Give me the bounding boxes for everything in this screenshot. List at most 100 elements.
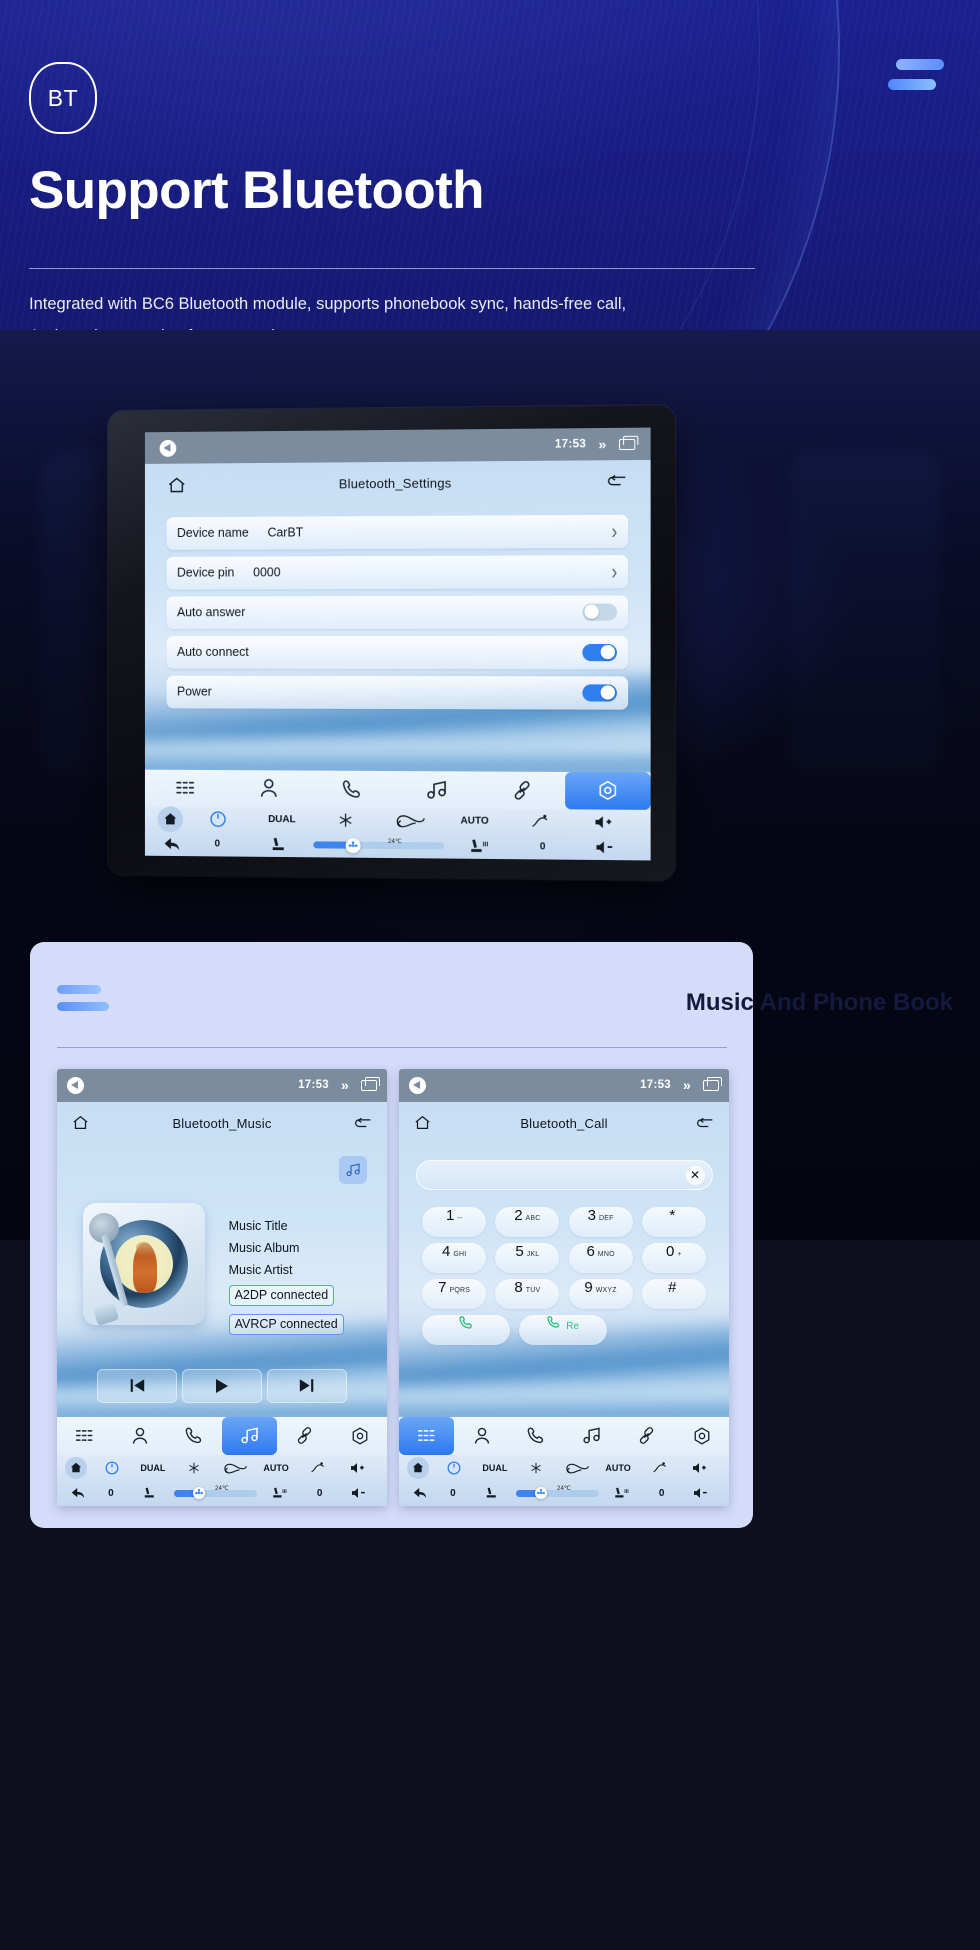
row-label: Power	[177, 684, 212, 699]
hamburger-bar-bottom	[888, 79, 936, 90]
settings-row-auto-connect[interactable]: Auto connect	[166, 635, 629, 669]
chevron-up-icon[interactable]: »	[341, 1078, 349, 1092]
dock-item-music[interactable]	[395, 771, 480, 809]
music-note-icon[interactable]	[339, 1156, 368, 1185]
hvac-temperature-label: 24℃	[214, 1486, 229, 1493]
dock-item-settings[interactable]	[674, 1417, 729, 1455]
settings-row-device-pin[interactable]: Device pin 0000 ›	[166, 554, 629, 590]
dial-key-5[interactable]: 5 JKL	[495, 1242, 560, 1273]
recents-icon[interactable]	[618, 438, 636, 450]
rear-defrost-icon[interactable]	[507, 814, 572, 830]
dock-item-link[interactable]	[619, 1417, 674, 1455]
phone-number-input[interactable]: ✕	[415, 1160, 713, 1191]
air-recirculation-icon[interactable]	[214, 1462, 255, 1474]
hvac-power-button[interactable]	[433, 1461, 474, 1475]
settings-row-device-name[interactable]: Device name CarBT ›	[166, 514, 629, 550]
redial-button[interactable]: Re	[519, 1314, 608, 1345]
previous-track-icon[interactable]	[96, 1368, 177, 1403]
snowflake-icon[interactable]	[314, 813, 378, 828]
dial-key-7[interactable]: 7 PQRS	[422, 1278, 487, 1309]
dock-item-contacts[interactable]	[228, 770, 311, 808]
back-circle-icon[interactable]	[408, 1076, 426, 1094]
rear-defrost-icon[interactable]	[297, 1462, 338, 1474]
dial-key-6[interactable]: 6 MNO	[568, 1242, 633, 1273]
hero-divider	[29, 268, 755, 269]
dial-key-9[interactable]: 9 WXYZ	[568, 1278, 633, 1309]
hvac-auto-button[interactable]: AUTO	[256, 1463, 297, 1473]
dial-key-0[interactable]: 0 +	[641, 1242, 706, 1273]
hamburger-icon[interactable]	[888, 59, 944, 90]
hvac-power-button[interactable]	[187, 811, 250, 828]
next-track-icon[interactable]	[267, 1368, 348, 1403]
rear-defrost-icon[interactable]	[639, 1462, 680, 1474]
dock-item-settings[interactable]	[332, 1417, 387, 1455]
volume-up-button[interactable]	[680, 1462, 721, 1474]
key-digit: 8	[514, 1278, 523, 1296]
dock-item-settings[interactable]	[564, 771, 651, 811]
chevron-right-icon[interactable]: ›	[611, 519, 617, 543]
hvac-auto-button[interactable]: AUTO	[442, 816, 507, 828]
dock-item-phone[interactable]	[167, 1417, 222, 1455]
hero-subtitle-line-1: Integrated with BC6 Bluetooth module, su…	[29, 295, 627, 313]
hvac-home-button[interactable]	[407, 1456, 430, 1479]
recents-icon[interactable]	[361, 1077, 381, 1091]
chevron-right-icon[interactable]: ›	[611, 559, 617, 583]
volume-up-button[interactable]	[338, 1462, 379, 1474]
dial-key-8[interactable]: 8 TUV	[495, 1278, 560, 1309]
hvac-auto-button[interactable]: AUTO	[598, 1463, 639, 1473]
card-title: Music And Phone Book	[685, 989, 953, 1016]
snowflake-icon[interactable]	[173, 1462, 214, 1474]
titlebar: Bluetooth_Call	[399, 1102, 729, 1146]
auto-answer-toggle[interactable]	[582, 603, 618, 621]
recents-icon[interactable]	[703, 1077, 723, 1091]
power-toggle[interactable]	[582, 683, 618, 702]
screen-body: Bluetooth_Music Music Title Music Album …	[57, 1101, 387, 1506]
dial-key-hash[interactable]: #	[641, 1278, 706, 1309]
air-recirculation-icon[interactable]	[378, 813, 442, 829]
dock-item-music[interactable]	[222, 1416, 277, 1456]
hvac-power-button[interactable]	[91, 1461, 132, 1475]
hvac-dual-button[interactable]: DUAL	[474, 1463, 515, 1473]
dock-item-apps[interactable]	[399, 1416, 454, 1456]
call-button[interactable]	[422, 1314, 511, 1345]
dock-item-phone[interactable]	[509, 1417, 564, 1455]
chevron-up-icon[interactable]: »	[683, 1078, 691, 1092]
redial-label: Re	[566, 1320, 580, 1332]
dock-item-apps[interactable]	[57, 1417, 112, 1455]
volume-up-button[interactable]	[572, 814, 638, 830]
dial-key-1[interactable]: 1 --	[422, 1206, 487, 1237]
key-digit: #	[668, 1278, 677, 1296]
dock-item-link[interactable]	[277, 1417, 332, 1455]
track-metadata: Music Title Music Album Music Artist A2D…	[228, 1219, 344, 1343]
statusbar: 17:53 »	[144, 427, 651, 465]
settings-row-power[interactable]: Power	[166, 675, 629, 710]
toggle-knob	[601, 685, 616, 700]
dock-item-contacts[interactable]	[112, 1417, 167, 1455]
back-circle-icon[interactable]	[66, 1076, 84, 1094]
dial-key-3[interactable]: 3 DEF	[568, 1206, 633, 1237]
dial-key-2[interactable]: 2 ABC	[495, 1206, 560, 1237]
clear-icon[interactable]: ✕	[685, 1165, 705, 1185]
head-unit-bezel: 17:53 » Bluetooth_Settings Device name C…	[107, 405, 676, 881]
dock-item-apps[interactable]	[145, 769, 228, 807]
dial-key-star[interactable]: *	[641, 1206, 706, 1237]
auto-connect-toggle[interactable]	[582, 643, 618, 661]
dock-item-music[interactable]	[564, 1417, 619, 1455]
hvac-dual-button[interactable]: DUAL	[250, 814, 314, 825]
play-icon[interactable]	[181, 1368, 263, 1403]
chevron-up-icon[interactable]: »	[598, 436, 606, 452]
air-recirculation-icon[interactable]	[556, 1462, 597, 1474]
dial-key-4[interactable]: 4 GHI	[422, 1242, 487, 1273]
dock-item-contacts[interactable]	[454, 1417, 509, 1455]
card-hamburger-icon[interactable]	[57, 985, 117, 1011]
bluetooth-settings-screen: 17:53 » Bluetooth_Settings Device name C…	[144, 427, 651, 861]
card-hamburger-bar-bottom	[57, 1002, 109, 1011]
key-digit: 5	[515, 1242, 524, 1260]
settings-row-auto-answer[interactable]: Auto answer	[166, 595, 629, 629]
snowflake-icon[interactable]	[515, 1462, 556, 1474]
hvac-dual-button[interactable]: DUAL	[132, 1463, 173, 1473]
back-circle-icon[interactable]	[159, 439, 177, 457]
dock-item-link[interactable]	[480, 771, 565, 809]
dock-item-phone[interactable]	[311, 770, 395, 808]
hvac-home-button[interactable]	[65, 1456, 88, 1479]
